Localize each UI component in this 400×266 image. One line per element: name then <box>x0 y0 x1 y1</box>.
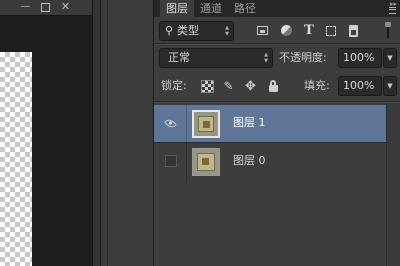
layers-scrollbar[interactable] <box>386 103 400 266</box>
updown-arrows-icon: ▲ ▼ <box>264 52 268 64</box>
opacity-input[interactable]: 100% <box>338 48 382 68</box>
filter-kind-label: 类型 <box>177 24 199 37</box>
smart-object-filter-icon[interactable] <box>346 24 360 38</box>
document-title-bar: — ✕ <box>0 0 92 16</box>
pixel-filter-icon[interactable] <box>256 24 270 38</box>
layer-name[interactable]: 图层 1 <box>233 115 266 131</box>
tab-channels[interactable]: 通道 <box>194 0 228 17</box>
visibility-toggle[interactable] <box>154 105 187 143</box>
blend-mode-select[interactable]: 正常 ▲ ▼ <box>159 48 273 68</box>
tab-paths[interactable]: 路径 <box>228 0 262 17</box>
close-button[interactable]: ✕ <box>57 1 74 13</box>
type-filter-icon[interactable]: T <box>302 24 316 38</box>
lock-position-icon[interactable]: ✥ <box>244 80 257 93</box>
layer-row-selected[interactable]: 图层 1 <box>154 105 386 143</box>
tab-layers[interactable]: 图层 <box>160 0 194 17</box>
layers-list-empty-area[interactable] <box>154 181 386 266</box>
filter-toggle-switch[interactable] <box>379 22 397 38</box>
layers-panel: 图层 通道 路径 ▸▸ ⚲ 类型 ▲ ▼ T 正常 ▲ ▼ 不透明度: 100% ▼… <box>153 0 400 266</box>
opacity-label: 不透明度: <box>279 51 327 64</box>
restore-button[interactable] <box>37 1 54 13</box>
updown-arrows-icon: ▲ ▼ <box>225 25 229 37</box>
adjustment-filter-icon[interactable] <box>280 24 294 38</box>
fill-value: 100% <box>343 79 375 92</box>
fill-input[interactable]: 100% <box>338 76 382 96</box>
visibility-off-box <box>165 155 177 167</box>
lock-label: 锁定: <box>161 79 187 92</box>
fill-label: 填充: <box>304 79 330 92</box>
fill-slider-button[interactable]: ▼ <box>383 76 397 96</box>
opacity-value: 100% <box>343 51 375 64</box>
layer-thumbnail[interactable] <box>192 110 220 138</box>
minimize-button[interactable]: — <box>17 1 34 13</box>
lock-pixels-icon[interactable]: ✎ <box>222 80 235 93</box>
collapsed-panel-strip <box>100 0 153 266</box>
layer-name[interactable]: 图层 0 <box>233 153 266 169</box>
opacity-slider-button[interactable]: ▼ <box>383 48 397 68</box>
visibility-toggle[interactable] <box>154 143 187 181</box>
shape-filter-icon[interactable] <box>324 24 338 38</box>
layer-thumbnail[interactable] <box>192 148 220 176</box>
blend-mode-value: 正常 <box>168 51 190 64</box>
search-icon: ⚲ <box>165 24 174 37</box>
layer-filter-kind-select[interactable]: ⚲ 类型 ▲ ▼ <box>159 21 234 41</box>
layer-row[interactable]: 图层 0 <box>154 142 386 182</box>
canvas-transparent[interactable] <box>0 52 32 266</box>
lock-all-icon[interactable] <box>267 80 280 93</box>
panel-menu-icon[interactable]: ▸▸ <box>381 0 397 16</box>
document-area: — ✕ <box>0 0 100 266</box>
divider <box>154 43 400 45</box>
eye-icon <box>164 117 177 130</box>
lock-transparent-icon[interactable] <box>201 80 214 93</box>
divider <box>154 101 400 103</box>
panel-tab-bar: 图层 通道 路径 ▸▸ <box>154 0 400 17</box>
